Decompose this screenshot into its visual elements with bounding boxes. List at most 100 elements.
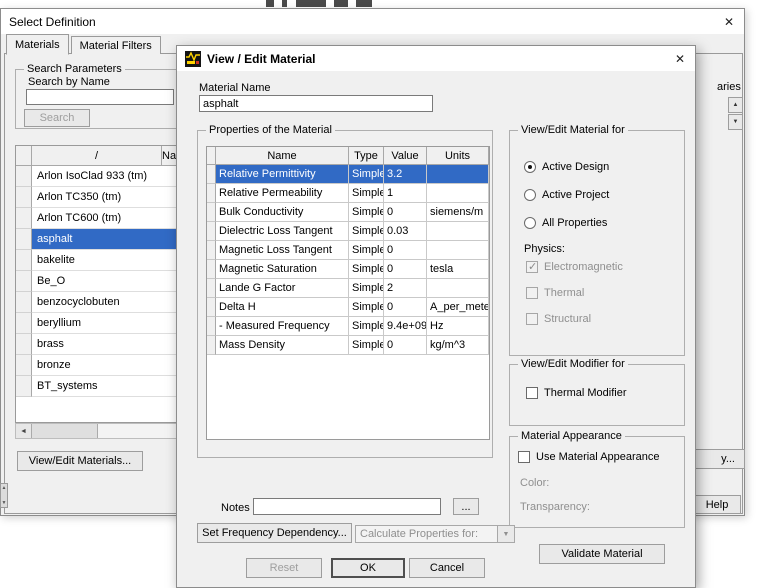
- property-type[interactable]: Simple: [349, 298, 384, 317]
- material-row-selector[interactable]: [16, 229, 32, 250]
- materials-hscrollbar[interactable]: ◄: [15, 423, 179, 439]
- column-header-units[interactable]: Units: [427, 147, 489, 165]
- select-definition-titlebar[interactable]: Select Definition: [1, 9, 744, 34]
- material-name[interactable]: bronze: [32, 355, 178, 376]
- property-units[interactable]: kg/m^3: [427, 336, 489, 355]
- property-name[interactable]: Bulk Conductivity: [216, 203, 349, 222]
- material-name[interactable]: asphalt: [32, 229, 178, 250]
- row-selector[interactable]: [207, 203, 216, 222]
- radio-icon[interactable]: [524, 161, 536, 173]
- property-name[interactable]: Relative Permittivity: [216, 165, 349, 184]
- property-name[interactable]: Relative Permeability: [216, 184, 349, 203]
- properties-header-corner[interactable]: [207, 147, 216, 165]
- property-name[interactable]: Magnetic Loss Tangent: [216, 241, 349, 260]
- property-units[interactable]: [427, 241, 489, 260]
- hscrollbar-thumb[interactable]: [32, 424, 98, 438]
- material-name[interactable]: Arlon TC600 (tm): [32, 208, 178, 229]
- property-value[interactable]: 0: [384, 260, 427, 279]
- material-row[interactable]: Arlon IsoClad 933 (tm): [16, 166, 178, 187]
- column-header-value[interactable]: Value: [384, 147, 427, 165]
- material-name[interactable]: beryllium: [32, 313, 178, 334]
- property-value[interactable]: 0.03: [384, 222, 427, 241]
- property-units[interactable]: [427, 165, 489, 184]
- radio-icon[interactable]: [524, 189, 536, 201]
- scroll-up-icon[interactable]: ▲: [728, 97, 743, 113]
- row-selector[interactable]: [207, 317, 216, 336]
- search-button[interactable]: Search: [24, 109, 90, 127]
- row-selector[interactable]: [207, 184, 216, 203]
- help-button[interactable]: Help: [693, 495, 741, 514]
- property-row[interactable]: Lande G Factor Simple 2: [207, 279, 489, 298]
- material-row-selector[interactable]: [16, 313, 32, 334]
- property-value[interactable]: 3.2: [384, 165, 427, 184]
- radio-icon[interactable]: [524, 217, 536, 229]
- row-selector[interactable]: [207, 241, 216, 260]
- material-row[interactable]: Arlon TC600 (tm): [16, 208, 178, 229]
- material-row[interactable]: asphalt: [16, 229, 178, 250]
- checkbox-icon[interactable]: [518, 451, 530, 463]
- property-units[interactable]: tesla: [427, 260, 489, 279]
- property-name[interactable]: Mass Density: [216, 336, 349, 355]
- property-type[interactable]: Simple: [349, 203, 384, 222]
- property-type[interactable]: Simple: [349, 222, 384, 241]
- property-row[interactable]: Relative Permittivity Simple 3.2: [207, 165, 489, 184]
- radio-active-design[interactable]: Active Design: [524, 161, 609, 173]
- material-row-selector[interactable]: [16, 355, 32, 376]
- cancel-button[interactable]: Cancel: [409, 558, 485, 578]
- property-row[interactable]: Magnetic Saturation Simple 0 tesla: [207, 260, 489, 279]
- material-row[interactable]: brass: [16, 334, 178, 355]
- property-value[interactable]: 0: [384, 241, 427, 260]
- column-header-type[interactable]: Type: [349, 147, 384, 165]
- material-row[interactable]: bakelite: [16, 250, 178, 271]
- material-row[interactable]: BT_systems: [16, 376, 178, 397]
- row-selector[interactable]: [207, 279, 216, 298]
- material-row[interactable]: Arlon TC350 (tm): [16, 187, 178, 208]
- checkbox-use-material-appearance[interactable]: Use Material Appearance: [518, 451, 660, 463]
- property-units[interactable]: [427, 222, 489, 241]
- reset-button[interactable]: Reset: [246, 558, 322, 578]
- set-frequency-dependency-button[interactable]: Set Frequency Dependency...: [197, 523, 352, 543]
- checkbox-icon[interactable]: [526, 387, 538, 399]
- property-row[interactable]: Dielectric Loss Tangent Simple 0.03: [207, 222, 489, 241]
- property-value[interactable]: 2: [384, 279, 427, 298]
- property-type[interactable]: Simple: [349, 165, 384, 184]
- property-row[interactable]: Delta H Simple 0 A_per_meter: [207, 298, 489, 317]
- property-name[interactable]: Dielectric Loss Tangent: [216, 222, 349, 241]
- property-row[interactable]: Relative Permeability Simple 1: [207, 184, 489, 203]
- material-row-selector[interactable]: [16, 208, 32, 229]
- dropdown-arrow-icon[interactable]: ▼: [497, 526, 514, 542]
- tab-materials[interactable]: Materials: [6, 34, 69, 55]
- view-edit-material-titlebar[interactable]: View / Edit Material: [177, 46, 695, 71]
- material-row-selector[interactable]: [16, 334, 32, 355]
- property-value[interactable]: 9.4e+09: [384, 317, 427, 336]
- material-row[interactable]: beryllium: [16, 313, 178, 334]
- property-row[interactable]: Mass Density Simple 0 kg/m^3: [207, 336, 489, 355]
- property-name[interactable]: Magnetic Saturation: [216, 260, 349, 279]
- property-type[interactable]: Simple: [349, 260, 384, 279]
- radio-active-project[interactable]: Active Project: [524, 189, 609, 201]
- property-name[interactable]: - Measured Frequency: [216, 317, 349, 336]
- material-row[interactable]: Be_O: [16, 271, 178, 292]
- property-units[interactable]: [427, 279, 489, 298]
- property-units[interactable]: A_per_meter: [427, 298, 489, 317]
- scroll-down-icon[interactable]: ▼: [728, 114, 743, 130]
- validate-material-button[interactable]: Validate Material: [539, 544, 665, 564]
- property-units[interactable]: [427, 184, 489, 203]
- ok-button[interactable]: OK: [331, 558, 405, 578]
- property-value[interactable]: 0: [384, 336, 427, 355]
- material-row-selector[interactable]: [16, 166, 32, 187]
- property-value[interactable]: 1: [384, 184, 427, 203]
- close-icon[interactable]: ✕: [665, 46, 695, 71]
- property-type[interactable]: Simple: [349, 279, 384, 298]
- property-row[interactable]: - Measured Frequency Simple 9.4e+09 Hz: [207, 317, 489, 336]
- material-name[interactable]: benzocyclobuten: [32, 292, 178, 313]
- property-type[interactable]: Simple: [349, 336, 384, 355]
- property-units[interactable]: Hz: [427, 317, 489, 336]
- material-row-selector[interactable]: [16, 376, 32, 397]
- property-value[interactable]: 0: [384, 203, 427, 222]
- material-name-input[interactable]: [199, 95, 433, 112]
- material-name[interactable]: Arlon IsoClad 933 (tm): [32, 166, 178, 187]
- close-icon[interactable]: ✕: [714, 9, 744, 34]
- search-input[interactable]: [26, 89, 174, 105]
- row-selector[interactable]: [207, 336, 216, 355]
